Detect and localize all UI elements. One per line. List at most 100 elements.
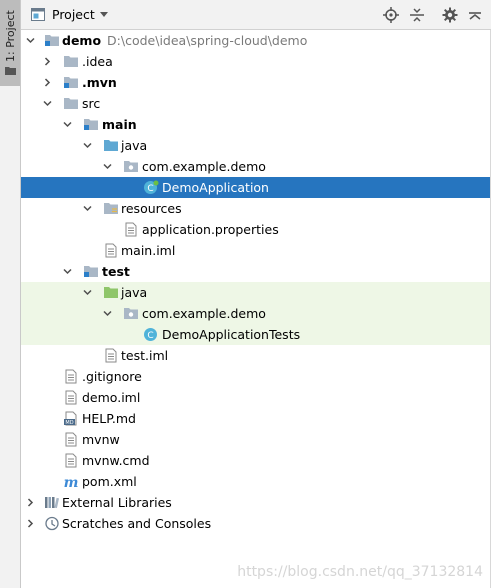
spring-class-icon: C	[144, 180, 159, 194]
module-folder-icon	[84, 266, 98, 277]
hide-panel-icon[interactable]	[467, 7, 483, 23]
tree-item-scratches[interactable]: Scratches and Consoles	[21, 513, 490, 534]
tree-item-mvnw[interactable]: mvnw	[21, 429, 490, 450]
source-folder-icon	[104, 140, 118, 151]
text-file-icon	[65, 369, 77, 384]
tree-item-label: pom.xml	[82, 474, 137, 489]
chevron-down-icon[interactable]	[82, 203, 93, 214]
maven-icon: m	[64, 475, 79, 489]
chevron-down-icon[interactable]	[102, 161, 113, 172]
project-path: D:\code\idea\spring-cloud\demo	[107, 33, 308, 48]
tree-item-label: HELP.md	[82, 411, 136, 426]
tree-item-mvn[interactable]: .mvn	[21, 72, 490, 93]
tree-item-label: main.iml	[121, 243, 176, 258]
tree-item-label: src	[82, 96, 101, 111]
tree-item-label: DemoApplication	[162, 180, 269, 195]
locate-icon[interactable]	[383, 7, 399, 23]
chevron-down-icon[interactable]	[102, 308, 113, 319]
chevron-down-icon[interactable]	[100, 12, 108, 17]
chevron-down-icon[interactable]	[25, 35, 36, 46]
tree-item-main-iml[interactable]: main.iml	[21, 240, 490, 261]
project-tree: demo D:\code\idea\spring-cloud\demo .idea…	[21, 30, 491, 588]
chevron-right-icon[interactable]	[25, 518, 36, 529]
chevron-down-icon[interactable]	[62, 119, 73, 130]
tree-item-label: demo.iml	[82, 390, 141, 405]
tree-item-test[interactable]: test	[21, 261, 490, 282]
scratches-icon	[45, 516, 59, 531]
tree-item-demo[interactable]: demo D:\code\idea\spring-cloud\demo	[21, 30, 490, 51]
tree-item-label: resources	[121, 201, 182, 216]
tree-item-test-package[interactable]: com.example.demo	[21, 303, 490, 324]
library-icon	[45, 497, 60, 509]
tree-item-help-md[interactable]: MD HELP.md	[21, 408, 490, 429]
tree-item-label: application.properties	[142, 222, 279, 237]
folder-icon	[64, 98, 78, 109]
project-tool-tab[interactable]: 1: Project	[0, 0, 20, 86]
tree-item-label: mvnw.cmd	[82, 453, 150, 468]
tree-item-resources[interactable]: resources	[21, 198, 490, 219]
class-icon: C	[144, 328, 157, 341]
tree-item-label: mvnw	[82, 432, 120, 447]
tree-item-src[interactable]: src	[21, 93, 490, 114]
module-folder-icon	[84, 119, 98, 130]
markdown-file-icon: MD	[64, 411, 77, 426]
chevron-right-icon[interactable]	[25, 497, 36, 508]
collapse-all-icon[interactable]	[409, 7, 425, 23]
package-icon	[124, 161, 138, 172]
package-icon	[124, 308, 138, 319]
chevron-right-icon[interactable]	[42, 56, 53, 67]
tree-item-pom-xml[interactable]: m pom.xml	[21, 471, 490, 492]
resources-folder-icon	[104, 203, 118, 214]
tree-item-main[interactable]: main	[21, 114, 490, 135]
chevron-down-icon[interactable]	[82, 140, 93, 151]
test-folder-icon	[104, 287, 118, 298]
chevron-down-icon[interactable]	[82, 287, 93, 298]
tree-item-external-libraries[interactable]: External Libraries	[21, 492, 490, 513]
tree-item-gitignore[interactable]: .gitignore	[21, 366, 490, 387]
tree-item-label: com.example.demo	[142, 306, 266, 321]
module-folder-icon	[45, 35, 59, 46]
tree-item-label: Scratches and Consoles	[62, 516, 212, 531]
tree-item-label: com.example.demo	[142, 159, 266, 174]
tool-window-strip: 1: Project	[0, 0, 21, 588]
iml-file-icon	[65, 390, 77, 405]
chevron-down-icon[interactable]	[42, 98, 53, 109]
tree-item-label: test.iml	[121, 348, 169, 363]
tree-item-demo-application[interactable]: C DemoApplication	[21, 177, 490, 198]
tree-item-label: java	[121, 285, 148, 300]
text-file-icon	[65, 453, 77, 468]
tree-item-label: test	[102, 264, 130, 279]
gear-icon[interactable]	[442, 7, 458, 23]
tree-item-main-package[interactable]: com.example.demo	[21, 156, 490, 177]
chevron-down-icon[interactable]	[62, 266, 73, 277]
tree-item-label: java	[121, 138, 148, 153]
chevron-right-icon[interactable]	[42, 77, 53, 88]
project-panel-header: Project	[21, 0, 491, 30]
tree-item-label: External Libraries	[62, 495, 172, 510]
svg-text:C: C	[147, 331, 153, 341]
tree-item-label: demo	[62, 33, 102, 48]
tree-item-label: main	[102, 117, 137, 132]
text-file-icon	[65, 432, 77, 447]
tree-item-demo-iml[interactable]: demo.iml	[21, 387, 490, 408]
tree-item-label: .mvn	[82, 75, 117, 90]
project-view-selector[interactable]: Project	[52, 7, 95, 22]
watermark: https://blog.csdn.net/qq_37132814	[237, 564, 483, 580]
tree-item-test-java[interactable]: java	[21, 282, 490, 303]
tree-item-main-java[interactable]: java	[21, 135, 490, 156]
tree-item-idea[interactable]: .idea	[21, 51, 490, 72]
tree-item-label: .idea	[82, 54, 113, 69]
svg-text:m: m	[64, 475, 79, 489]
tree-item-test-iml[interactable]: test.iml	[21, 345, 490, 366]
iml-file-icon	[105, 348, 117, 363]
project-view-icon	[31, 8, 45, 21]
tree-item-mvnw-cmd[interactable]: mvnw.cmd	[21, 450, 490, 471]
module-folder-icon	[64, 77, 78, 88]
svg-text:C: C	[147, 184, 153, 194]
folder-icon	[5, 67, 16, 75]
tree-item-application-properties[interactable]: application.properties	[21, 219, 490, 240]
tree-item-demo-application-tests[interactable]: C DemoApplicationTests	[21, 324, 490, 345]
iml-file-icon	[105, 243, 117, 258]
folder-icon	[64, 56, 78, 67]
project-tool-tab-label: 1: Project	[4, 10, 17, 62]
